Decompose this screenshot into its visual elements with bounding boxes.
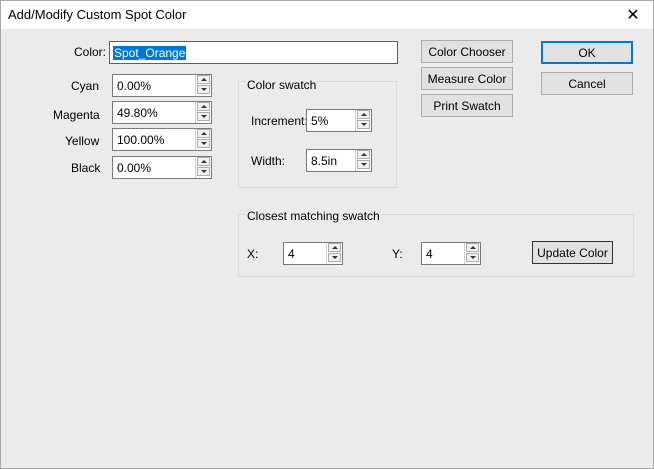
closest-swatch-group-label: Closest matching swatch [246, 209, 381, 223]
ok-button[interactable]: OK [541, 41, 633, 64]
arrow-up-icon [201, 78, 207, 81]
print-swatch-button[interactable]: Print Swatch [421, 94, 513, 117]
arrow-down-icon [201, 142, 207, 145]
arrow-down-icon [201, 170, 207, 173]
black-spin-down[interactable] [197, 167, 210, 176]
increment-label: Increment: [251, 114, 308, 128]
x-spin-down[interactable] [328, 253, 341, 262]
arrow-down-icon [361, 123, 367, 126]
black-spinner[interactable] [195, 157, 211, 178]
cyan-spin-down[interactable] [197, 85, 210, 94]
cyan-spinner[interactable] [195, 75, 211, 96]
increment-spin-down[interactable] [357, 120, 370, 129]
color-name-value: Spot_Orange [113, 46, 187, 60]
arrow-down-icon [361, 163, 367, 166]
magenta-spinner[interactable] [195, 102, 211, 123]
y-label: Y: [392, 247, 403, 261]
arrow-up-icon [361, 113, 367, 116]
update-color-button[interactable]: Update Color [532, 241, 613, 264]
width-spin-down[interactable] [357, 160, 370, 169]
arrow-down-icon [332, 256, 338, 259]
color-name-input[interactable]: Spot_Orange [109, 41, 398, 64]
yellow-spin-up[interactable] [197, 129, 210, 138]
close-icon: ✕ [626, 7, 640, 24]
cyan-label: Cyan [71, 79, 100, 93]
x-spin-up[interactable] [328, 243, 341, 252]
increment-value: 5% [311, 114, 329, 128]
magenta-spin-up[interactable] [197, 102, 210, 111]
magenta-value: 49.80% [117, 106, 158, 120]
increment-spin-up[interactable] [357, 110, 370, 119]
arrow-down-icon [470, 256, 476, 259]
black-value: 0.00% [117, 161, 152, 175]
width-value: 8.5in [311, 154, 338, 168]
dialog-window: Add/Modify Custom Spot Color ✕ Color: Sp… [0, 0, 654, 469]
cancel-button[interactable]: Cancel [541, 72, 633, 95]
black-input[interactable]: 0.00% [112, 156, 212, 179]
arrow-up-icon [361, 153, 367, 156]
black-spin-up[interactable] [197, 157, 210, 166]
yellow-value: 100.00% [117, 133, 165, 147]
arrow-up-icon [201, 160, 207, 163]
yellow-input[interactable]: 100.00% [112, 128, 212, 151]
magenta-spin-down[interactable] [197, 112, 210, 121]
yellow-spin-down[interactable] [197, 139, 210, 148]
cyan-spin-up[interactable] [197, 75, 210, 84]
cyan-value: 0.00% [117, 79, 152, 93]
x-input[interactable]: 4 [283, 242, 343, 265]
width-input[interactable]: 8.5in [306, 149, 372, 172]
x-spinner[interactable] [326, 243, 342, 264]
yellow-spinner[interactable] [195, 129, 211, 150]
y-spinner[interactable] [464, 243, 480, 264]
increment-input[interactable]: 5% [306, 109, 372, 132]
y-spin-up[interactable] [466, 243, 479, 252]
measure-color-button[interactable]: Measure Color [421, 67, 513, 90]
title-bar: Add/Modify Custom Spot Color ✕ [1, 1, 653, 29]
x-label: X: [247, 247, 259, 261]
color-label: Color: [74, 45, 107, 59]
arrow-up-icon [201, 132, 207, 135]
y-input[interactable]: 4 [421, 242, 481, 265]
color-chooser-button[interactable]: Color Chooser [421, 40, 513, 63]
magenta-label: Magenta [53, 108, 100, 122]
yellow-label: Yellow [65, 134, 100, 148]
arrow-up-icon [332, 246, 338, 249]
magenta-input[interactable]: 49.80% [112, 101, 212, 124]
y-spin-down[interactable] [466, 253, 479, 262]
arrow-down-icon [201, 115, 207, 118]
x-value: 4 [288, 247, 295, 261]
increment-spinner[interactable] [355, 110, 371, 131]
y-value: 4 [426, 247, 433, 261]
color-swatch-group-label: Color swatch [246, 78, 318, 92]
window-title: Add/Modify Custom Spot Color [8, 7, 187, 22]
cyan-input[interactable]: 0.00% [112, 74, 212, 97]
close-button[interactable]: ✕ [616, 2, 650, 28]
width-label: Width: [251, 154, 286, 168]
width-spin-up[interactable] [357, 150, 370, 159]
arrow-up-icon [470, 246, 476, 249]
arrow-up-icon [201, 105, 207, 108]
arrow-down-icon [201, 88, 207, 91]
width-spinner[interactable] [355, 150, 371, 171]
black-label: Black [71, 161, 101, 175]
